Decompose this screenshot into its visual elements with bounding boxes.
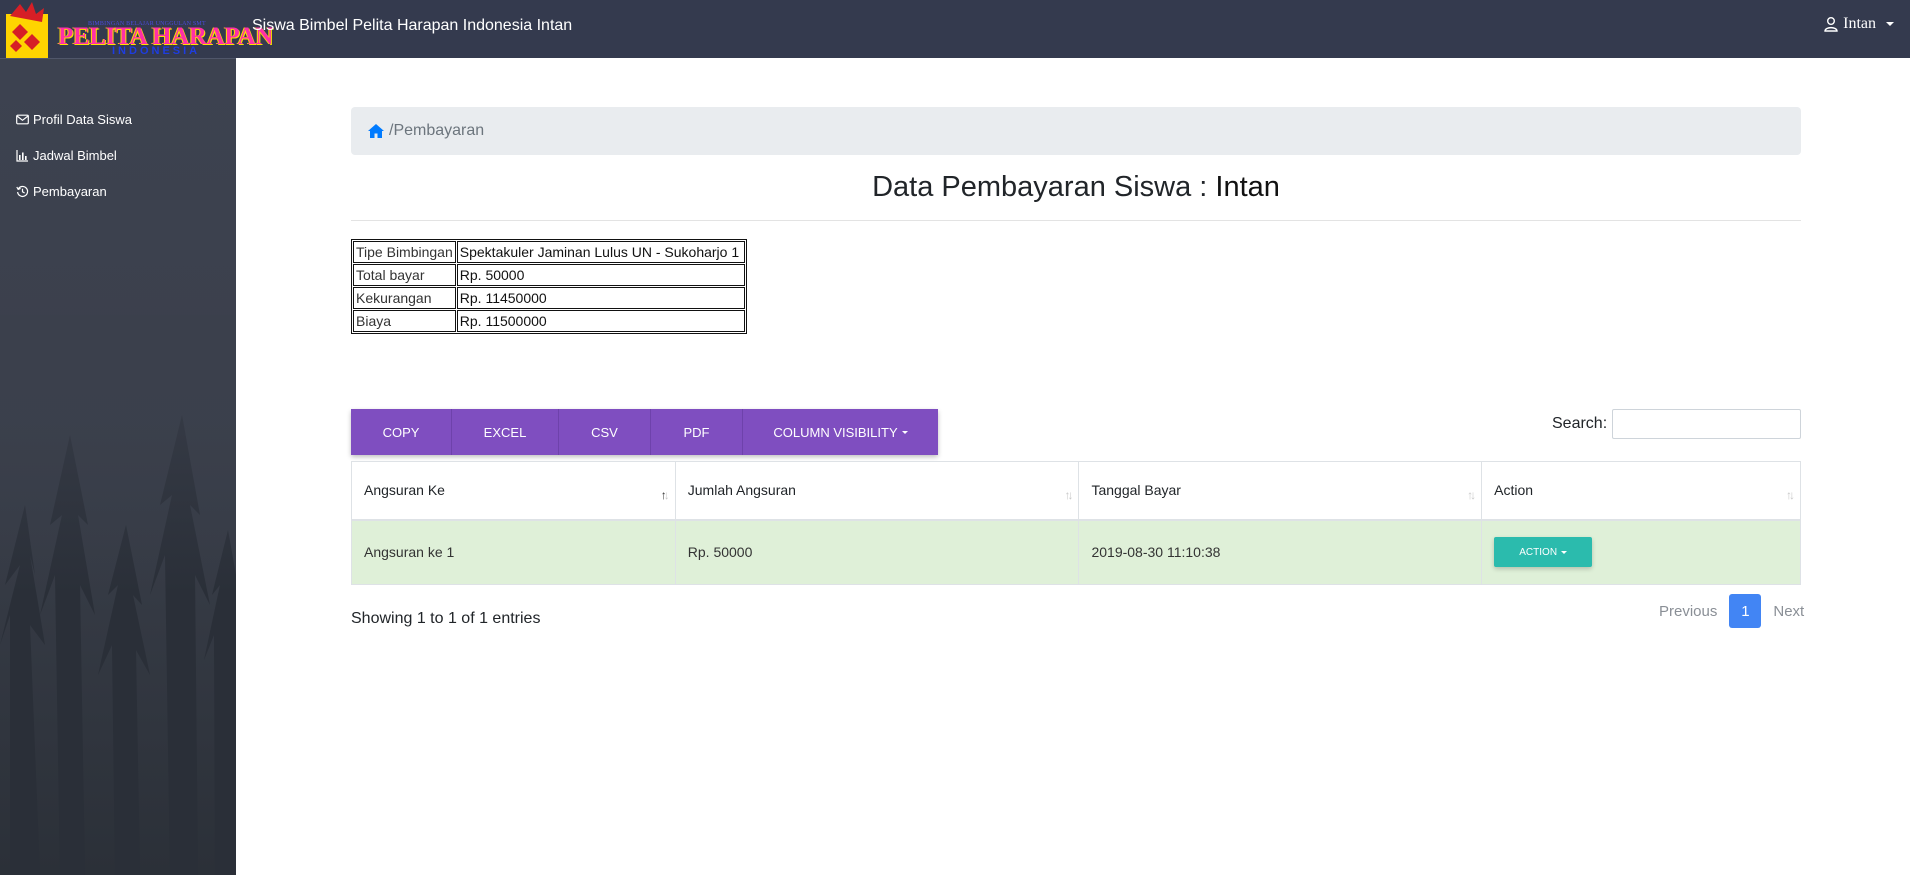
main-content: / Pembayaran Data Pembayaran Siswa : Int… — [236, 58, 1910, 875]
search-input[interactable] — [1612, 409, 1801, 439]
pdf-button[interactable]: PDF — [651, 409, 743, 455]
sort-icon: ↑↓ — [1064, 488, 1073, 502]
envelope-icon — [16, 114, 29, 124]
home-icon[interactable] — [367, 123, 385, 139]
brand-logo[interactable]: BIMBINGAN BELAJAR UNGGULAN SMT PELITA HA… — [0, 0, 273, 58]
cell-tanggal-bayar: 2019-08-30 11:10:38 — [1078, 519, 1483, 585]
sidebar-item-jadwal-bimbel[interactable]: Jadwal Bimbel — [16, 137, 132, 173]
table-row: Angsuran ke 1 Rp. 50000 2019-08-30 11:10… — [351, 519, 1801, 585]
column-header-action[interactable]: Action ↑↓ — [1481, 461, 1801, 521]
page-title-student-name: Intan — [1215, 171, 1280, 203]
bar-chart-icon — [16, 149, 28, 162]
export-button-group: COPY EXCEL CSV PDF COLUMN VISIBILITY — [351, 409, 938, 455]
summary-value: Rp. 50000 — [456, 264, 745, 286]
sidebar-item-pembayaran[interactable]: Pembayaran — [16, 173, 132, 209]
app-title: Siswa Bimbel Pelita Harapan Indonesia In… — [252, 17, 573, 34]
column-header-label: Tanggal Bayar — [1091, 482, 1181, 499]
summary-value: Rp. 11450000 — [456, 287, 745, 309]
user-name: Intan — [1843, 15, 1876, 32]
column-header-tanggal-bayar[interactable]: Tanggal Bayar ↑↓ — [1078, 461, 1483, 521]
summary-row-kekurangan: Kekurangan Rp. 11450000 — [353, 287, 745, 309]
page-title: Data Pembayaran Siswa : Intan — [351, 171, 1801, 204]
logo-subtitle: INDONESIA — [112, 45, 201, 57]
search-label: Search: — [1552, 415, 1608, 432]
column-visibility-label: COLUMN VISIBILITY — [773, 424, 898, 440]
sidebar-item-label: Jadwal Bimbel — [33, 147, 117, 163]
column-header-angsuran-ke[interactable]: Angsuran Ke ↑↓ — [351, 461, 676, 521]
previous-page-button[interactable]: Previous — [1649, 603, 1727, 620]
excel-button[interactable]: EXCEL — [452, 409, 559, 455]
chevron-down-icon — [1886, 22, 1894, 26]
top-navbar: BIMBINGAN BELAJAR UNGGULAN SMT PELITA HA… — [0, 0, 1910, 58]
table-info: Showing 1 to 1 of 1 entries — [351, 610, 541, 627]
title-divider — [351, 220, 1801, 221]
action-dropdown-button[interactable]: ACTION — [1494, 537, 1593, 568]
history-icon — [16, 185, 29, 197]
cell-angsuran-ke: Angsuran ke 1 — [351, 519, 676, 585]
sidebar-item-profil-data-siswa[interactable]: Profil Data Siswa — [16, 101, 132, 137]
column-header-label: Jumlah Angsuran — [687, 482, 796, 499]
page-button-1[interactable]: 1 — [1729, 594, 1762, 628]
sidebar-nav: Profil Data Siswa Jadwal Bimbel Pembayar… — [16, 101, 132, 209]
breadcrumb-current: Pembayaran — [393, 122, 485, 139]
summary-row-biaya: Biaya Rp. 11500000 — [353, 310, 745, 332]
sort-icon: ↑↓ — [1467, 488, 1476, 502]
user-menu-dropdown[interactable]: Intan — [1823, 15, 1894, 33]
sort-icon: ↑↓ — [1786, 488, 1795, 502]
action-label: ACTION — [1519, 546, 1558, 558]
table-header-row: Angsuran Ke ↑↓ Jumlah Angsuran ↑↓ Tangga… — [351, 461, 1801, 521]
column-header-label: Action — [1494, 482, 1534, 499]
summary-value: Spektakuler Jaminan Lulus UN - Sukoharjo… — [456, 241, 745, 263]
chevron-down-icon — [901, 430, 908, 434]
payment-summary-table: Tipe Bimbingan Spektakuler Jaminan Lulus… — [351, 239, 747, 334]
summary-key: Total bayar — [353, 264, 456, 286]
summary-row-total-bayar: Total bayar Rp. 50000 — [353, 264, 745, 286]
sidebar: Profil Data Siswa Jadwal Bimbel Pembayar… — [0, 58, 236, 875]
cell-action: ACTION — [1481, 519, 1801, 585]
column-visibility-button[interactable]: COLUMN VISIBILITY — [743, 409, 938, 455]
pagination: Previous 1 Next — [1649, 594, 1814, 628]
chevron-down-icon — [1561, 550, 1568, 554]
next-page-button[interactable]: Next — [1763, 603, 1814, 620]
summary-key: Tipe Bimbingan — [353, 241, 456, 263]
user-icon — [1824, 17, 1838, 32]
sidebar-item-label: Profil Data Siswa — [33, 111, 132, 127]
summary-key: Kekurangan — [353, 287, 456, 309]
column-header-label: Angsuran Ke — [364, 482, 445, 499]
cell-jumlah-angsuran: Rp. 50000 — [674, 519, 1080, 585]
summary-row-tipe-bimbingan: Tipe Bimbingan Spektakuler Jaminan Lulus… — [353, 241, 745, 263]
forest-background-image — [0, 315, 236, 875]
csv-button[interactable]: CSV — [559, 409, 651, 455]
payments-table: Angsuran Ke ↑↓ Jumlah Angsuran ↑↓ Tangga… — [351, 461, 1801, 585]
logo-icon — [6, 2, 48, 58]
breadcrumb: / Pembayaran — [351, 107, 1801, 155]
page-title-prefix: Data Pembayaran Siswa : — [872, 171, 1216, 203]
sidebar-item-label: Pembayaran — [33, 183, 107, 199]
summary-key: Biaya — [353, 310, 456, 332]
column-header-jumlah-angsuran[interactable]: Jumlah Angsuran ↑↓ — [674, 461, 1080, 521]
copy-button[interactable]: COPY — [351, 409, 452, 455]
summary-value: Rp. 11500000 — [456, 310, 745, 332]
sort-ascending-icon: ↑↓ — [660, 488, 670, 502]
